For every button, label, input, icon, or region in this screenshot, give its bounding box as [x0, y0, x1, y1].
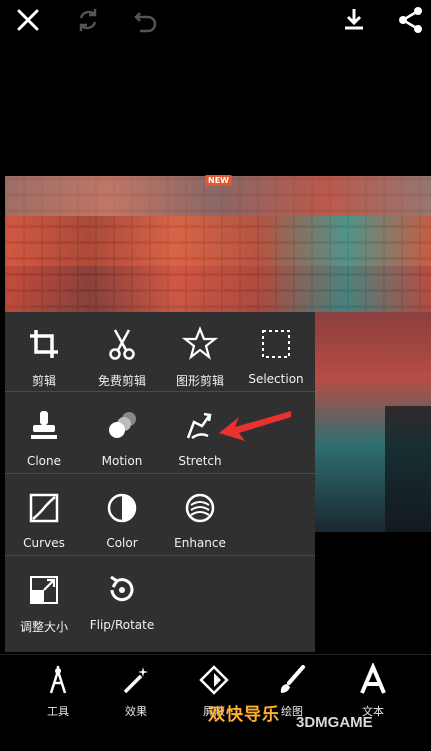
crop-tool[interactable]: 剪辑 — [5, 312, 83, 392]
enhance-tool[interactable]: Enhance — [161, 476, 239, 556]
curves-icon — [26, 490, 62, 526]
color-icon — [104, 490, 140, 526]
tools-row-4: 调整大小 Flip/Rotate — [5, 558, 315, 638]
scissors-icon — [104, 326, 140, 362]
top-toolbar — [0, 0, 431, 40]
flip-rotate-tool[interactable]: Flip/Rotate — [83, 558, 161, 638]
enhance-tool-label: Enhance — [174, 536, 226, 550]
resize-tool-label: 调整大小 — [19, 620, 68, 634]
watermark-text: 双快导乐 — [208, 705, 280, 725]
tools-tab[interactable]: 工具 — [28, 663, 88, 721]
magic-wand-icon — [119, 663, 153, 697]
selection-icon — [258, 326, 294, 362]
selection-tool[interactable]: Selection — [237, 312, 315, 392]
undo-icon[interactable] — [130, 4, 162, 36]
shape-crop-icon — [181, 326, 219, 362]
resize-icon — [26, 572, 62, 608]
text-icon — [356, 661, 390, 697]
free-crop-tool[interactable]: 免费剪辑 — [83, 312, 161, 392]
brush-icon — [275, 663, 309, 697]
free-crop-tool-label: 免费剪辑 — [97, 374, 146, 388]
tools-row-1: 剪辑 免费剪辑 图形剪辑 Selection — [5, 312, 315, 392]
new-badge: NEW — [205, 175, 232, 186]
text-tab[interactable]: 文本 — [343, 661, 403, 721]
shape-crop-tool-label: 图形剪辑 — [175, 374, 224, 388]
stamp-icon — [26, 408, 62, 444]
tools-icon — [41, 663, 75, 697]
curves-tool[interactable]: Curves — [5, 476, 83, 556]
shape-crop-tool[interactable]: 图形剪辑 — [161, 312, 239, 392]
clone-tool-label: Clone — [26, 454, 62, 468]
motion-tool[interactable]: Motion — [83, 394, 161, 474]
tools-panel: 剪辑 免费剪辑 图形剪辑 Selection Clone Motion Stre… — [5, 312, 315, 652]
color-tool-label: Color — [106, 536, 138, 550]
tools-row-3: Curves Color Enhance — [5, 476, 315, 556]
resize-tool[interactable]: 调整大小 — [5, 558, 83, 638]
flip-rotate-icon — [104, 572, 140, 608]
close-icon[interactable] — [12, 4, 44, 36]
mask-icon — [197, 663, 231, 697]
flip-rotate-tool-label: Flip/Rotate — [89, 618, 155, 632]
effects-tab[interactable]: 效果 — [106, 663, 166, 721]
color-tool[interactable]: Color — [83, 476, 161, 556]
tools-tab-label: 工具 — [47, 705, 69, 718]
clone-tool[interactable]: Clone — [5, 394, 83, 474]
stretch-icon — [182, 408, 218, 444]
crop-tool-label: 剪辑 — [31, 374, 56, 388]
crop-icon — [26, 326, 62, 362]
redo-icon[interactable] — [72, 4, 104, 36]
motion-tool-label: Motion — [101, 454, 143, 468]
share-icon[interactable] — [395, 4, 427, 36]
enhance-icon — [182, 490, 218, 526]
curves-tool-label: Curves — [23, 536, 65, 550]
effects-tab-label: 效果 — [125, 705, 147, 718]
annotation-arrow-icon — [219, 411, 291, 441]
stretch-tool-label: Stretch — [178, 454, 222, 468]
motion-icon — [104, 408, 140, 444]
download-icon[interactable] — [338, 4, 370, 36]
watermark-site: 3DMGAME — [296, 714, 373, 731]
selection-tool-label: Selection — [248, 372, 304, 386]
